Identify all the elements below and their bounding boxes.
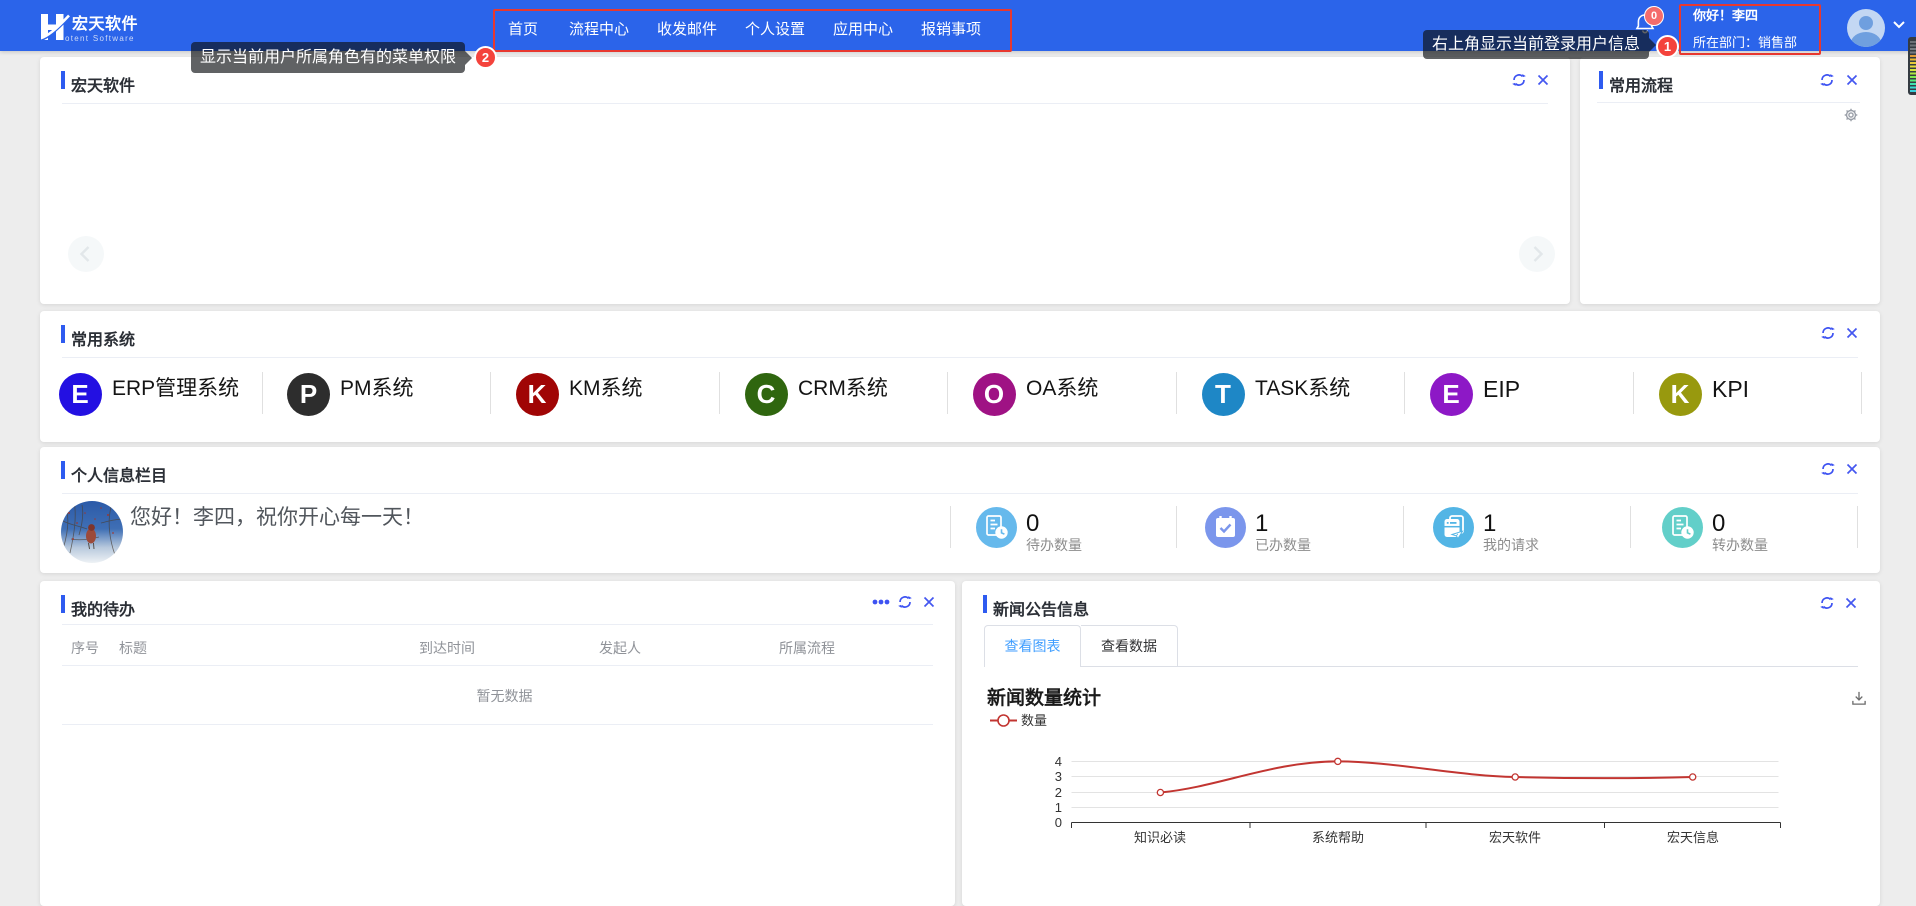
svg-text:数量: 数量	[1021, 713, 1047, 728]
svg-text:宏天信息: 宏天信息	[1667, 830, 1719, 845]
svg-text:系统帮助: 系统帮助	[1312, 830, 1364, 845]
svg-text:宏天软件: 宏天软件	[1489, 830, 1541, 845]
svg-text:0: 0	[1055, 815, 1062, 830]
svg-text:知识必读: 知识必读	[1134, 830, 1186, 845]
svg-text:3: 3	[1055, 769, 1062, 784]
svg-text:1: 1	[1055, 800, 1062, 815]
svg-text:2: 2	[1055, 785, 1062, 800]
svg-text:4: 4	[1055, 754, 1062, 769]
